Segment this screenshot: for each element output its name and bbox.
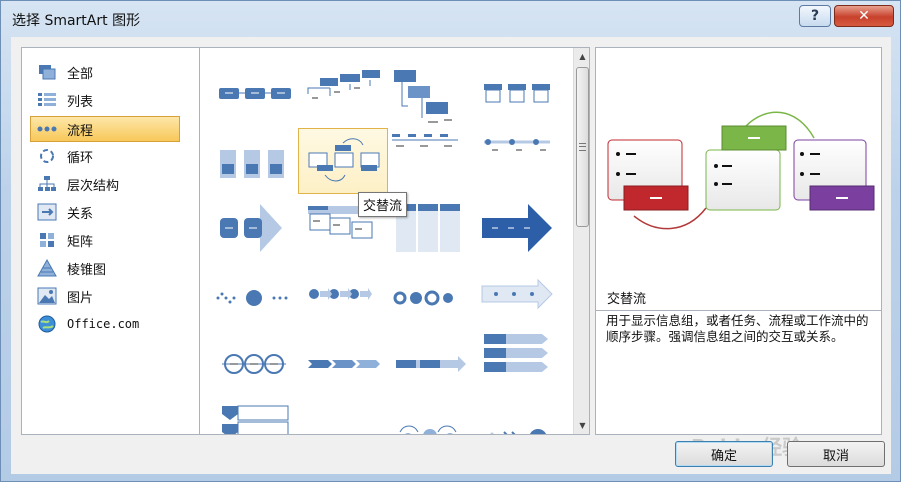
matrix-icon	[37, 231, 57, 249]
layout-thumbnail[interactable]	[212, 66, 298, 128]
layout-thumbnail[interactable]	[476, 330, 562, 392]
all-icon	[37, 63, 57, 81]
category-label: 棱锥图	[67, 262, 107, 278]
category-label: 关系	[67, 206, 94, 222]
preview-diagram	[607, 111, 875, 230]
layout-thumbnail[interactable]	[300, 394, 386, 434]
scroll-up-arrow-icon[interactable]: ▲	[574, 48, 589, 65]
category-label: 流程	[67, 123, 94, 139]
pyramid-icon	[37, 258, 57, 277]
category-label: 循环	[67, 150, 94, 166]
layout-thumbnail[interactable]	[388, 66, 474, 128]
scrollbar-thumb[interactable]	[576, 67, 589, 227]
layout-gallery: 交替流 ▲ ▼	[199, 47, 590, 435]
category-item-relationship[interactable]: 关系	[31, 200, 179, 224]
cancel-button[interactable]: 取消	[787, 441, 885, 467]
layout-tooltip: 交替流	[358, 192, 408, 217]
layout-thumbnail[interactable]	[300, 330, 386, 392]
layout-thumbnail[interactable]	[476, 394, 562, 434]
preview-layout-name: 交替流	[607, 292, 647, 307]
preview-description: 用于显示信息组，或者任务、流程或工作流中的顺序步骤。强调信息组之间的交互或关系。	[596, 310, 881, 434]
category-item-cycle[interactable]: 循环	[31, 144, 179, 168]
layout-thumbnail[interactable]	[476, 66, 562, 128]
title-bar: 选择 SmartArt 图形 ? ✕	[1, 1, 900, 37]
layout-thumbnail[interactable]	[300, 262, 386, 324]
picture-icon	[37, 287, 57, 305]
layout-thumbnail[interactable]	[388, 394, 474, 434]
category-item-all[interactable]: 全部	[31, 60, 179, 84]
cycle-icon	[37, 147, 57, 165]
category-item-picture[interactable]: 图片	[31, 284, 179, 308]
category-label: 矩阵	[67, 234, 94, 250]
window-title: 选择 SmartArt 图形	[12, 13, 141, 29]
category-label: 全部	[67, 66, 94, 82]
category-item-process[interactable]: 流程	[30, 116, 180, 142]
preview-panel: 交替流 用于显示信息组，或者任务、流程或工作流中的顺序步骤。强调信息组之间的交互…	[595, 47, 882, 435]
smartart-dialog: 选择 SmartArt 图形 ? ✕ 全部 列表 流程 循环 层次结构 关系 矩…	[0, 0, 901, 482]
layout-thumbnail[interactable]	[388, 262, 474, 324]
office-globe-icon	[37, 315, 57, 333]
layout-thumbnail[interactable]	[212, 262, 298, 324]
close-button[interactable]: ✕	[834, 5, 894, 27]
layout-thumbnail-alternating-flow[interactable]	[298, 128, 388, 194]
layout-thumbnail[interactable]	[212, 130, 298, 192]
layout-thumbnail[interactable]	[388, 330, 474, 392]
dialog-body: 全部 列表 流程 循环 层次结构 关系 矩阵 棱锥图 图片 Office.com…	[11, 37, 891, 474]
process-icon	[37, 120, 57, 138]
category-list: 全部 列表 流程 循环 层次结构 关系 矩阵 棱锥图 图片 Office.com	[21, 47, 199, 435]
layout-thumbnail[interactable]	[212, 196, 298, 258]
category-item-hierarchy[interactable]: 层次结构	[31, 172, 179, 196]
layout-thumbnail[interactable]	[476, 196, 562, 258]
layout-thumbnail[interactable]	[388, 130, 474, 192]
category-item-office-com[interactable]: Office.com	[31, 312, 179, 336]
grip-icon	[579, 143, 586, 151]
category-label: 图片	[67, 290, 94, 306]
layout-thumbnail[interactable]	[476, 130, 562, 192]
category-item-list[interactable]: 列表	[31, 88, 179, 112]
category-label: 层次结构	[67, 178, 120, 194]
category-label: 列表	[67, 94, 94, 110]
category-item-matrix[interactable]: 矩阵	[31, 228, 179, 252]
list-icon	[37, 91, 57, 109]
category-label: Office.com	[67, 317, 140, 331]
help-button[interactable]: ?	[799, 5, 831, 27]
gallery-scrollbar[interactable]: ▲ ▼	[573, 48, 589, 434]
layout-thumbnail[interactable]	[212, 330, 298, 392]
category-item-pyramid[interactable]: 棱锥图	[31, 256, 179, 280]
layout-thumbnail[interactable]	[212, 394, 298, 434]
layout-thumbnail[interactable]	[300, 66, 386, 128]
layout-thumbnail[interactable]	[476, 262, 562, 324]
relationship-icon	[37, 203, 57, 221]
scroll-down-arrow-icon[interactable]: ▼	[574, 417, 589, 434]
hierarchy-icon	[37, 175, 57, 193]
ok-button[interactable]: 确定	[675, 441, 773, 467]
